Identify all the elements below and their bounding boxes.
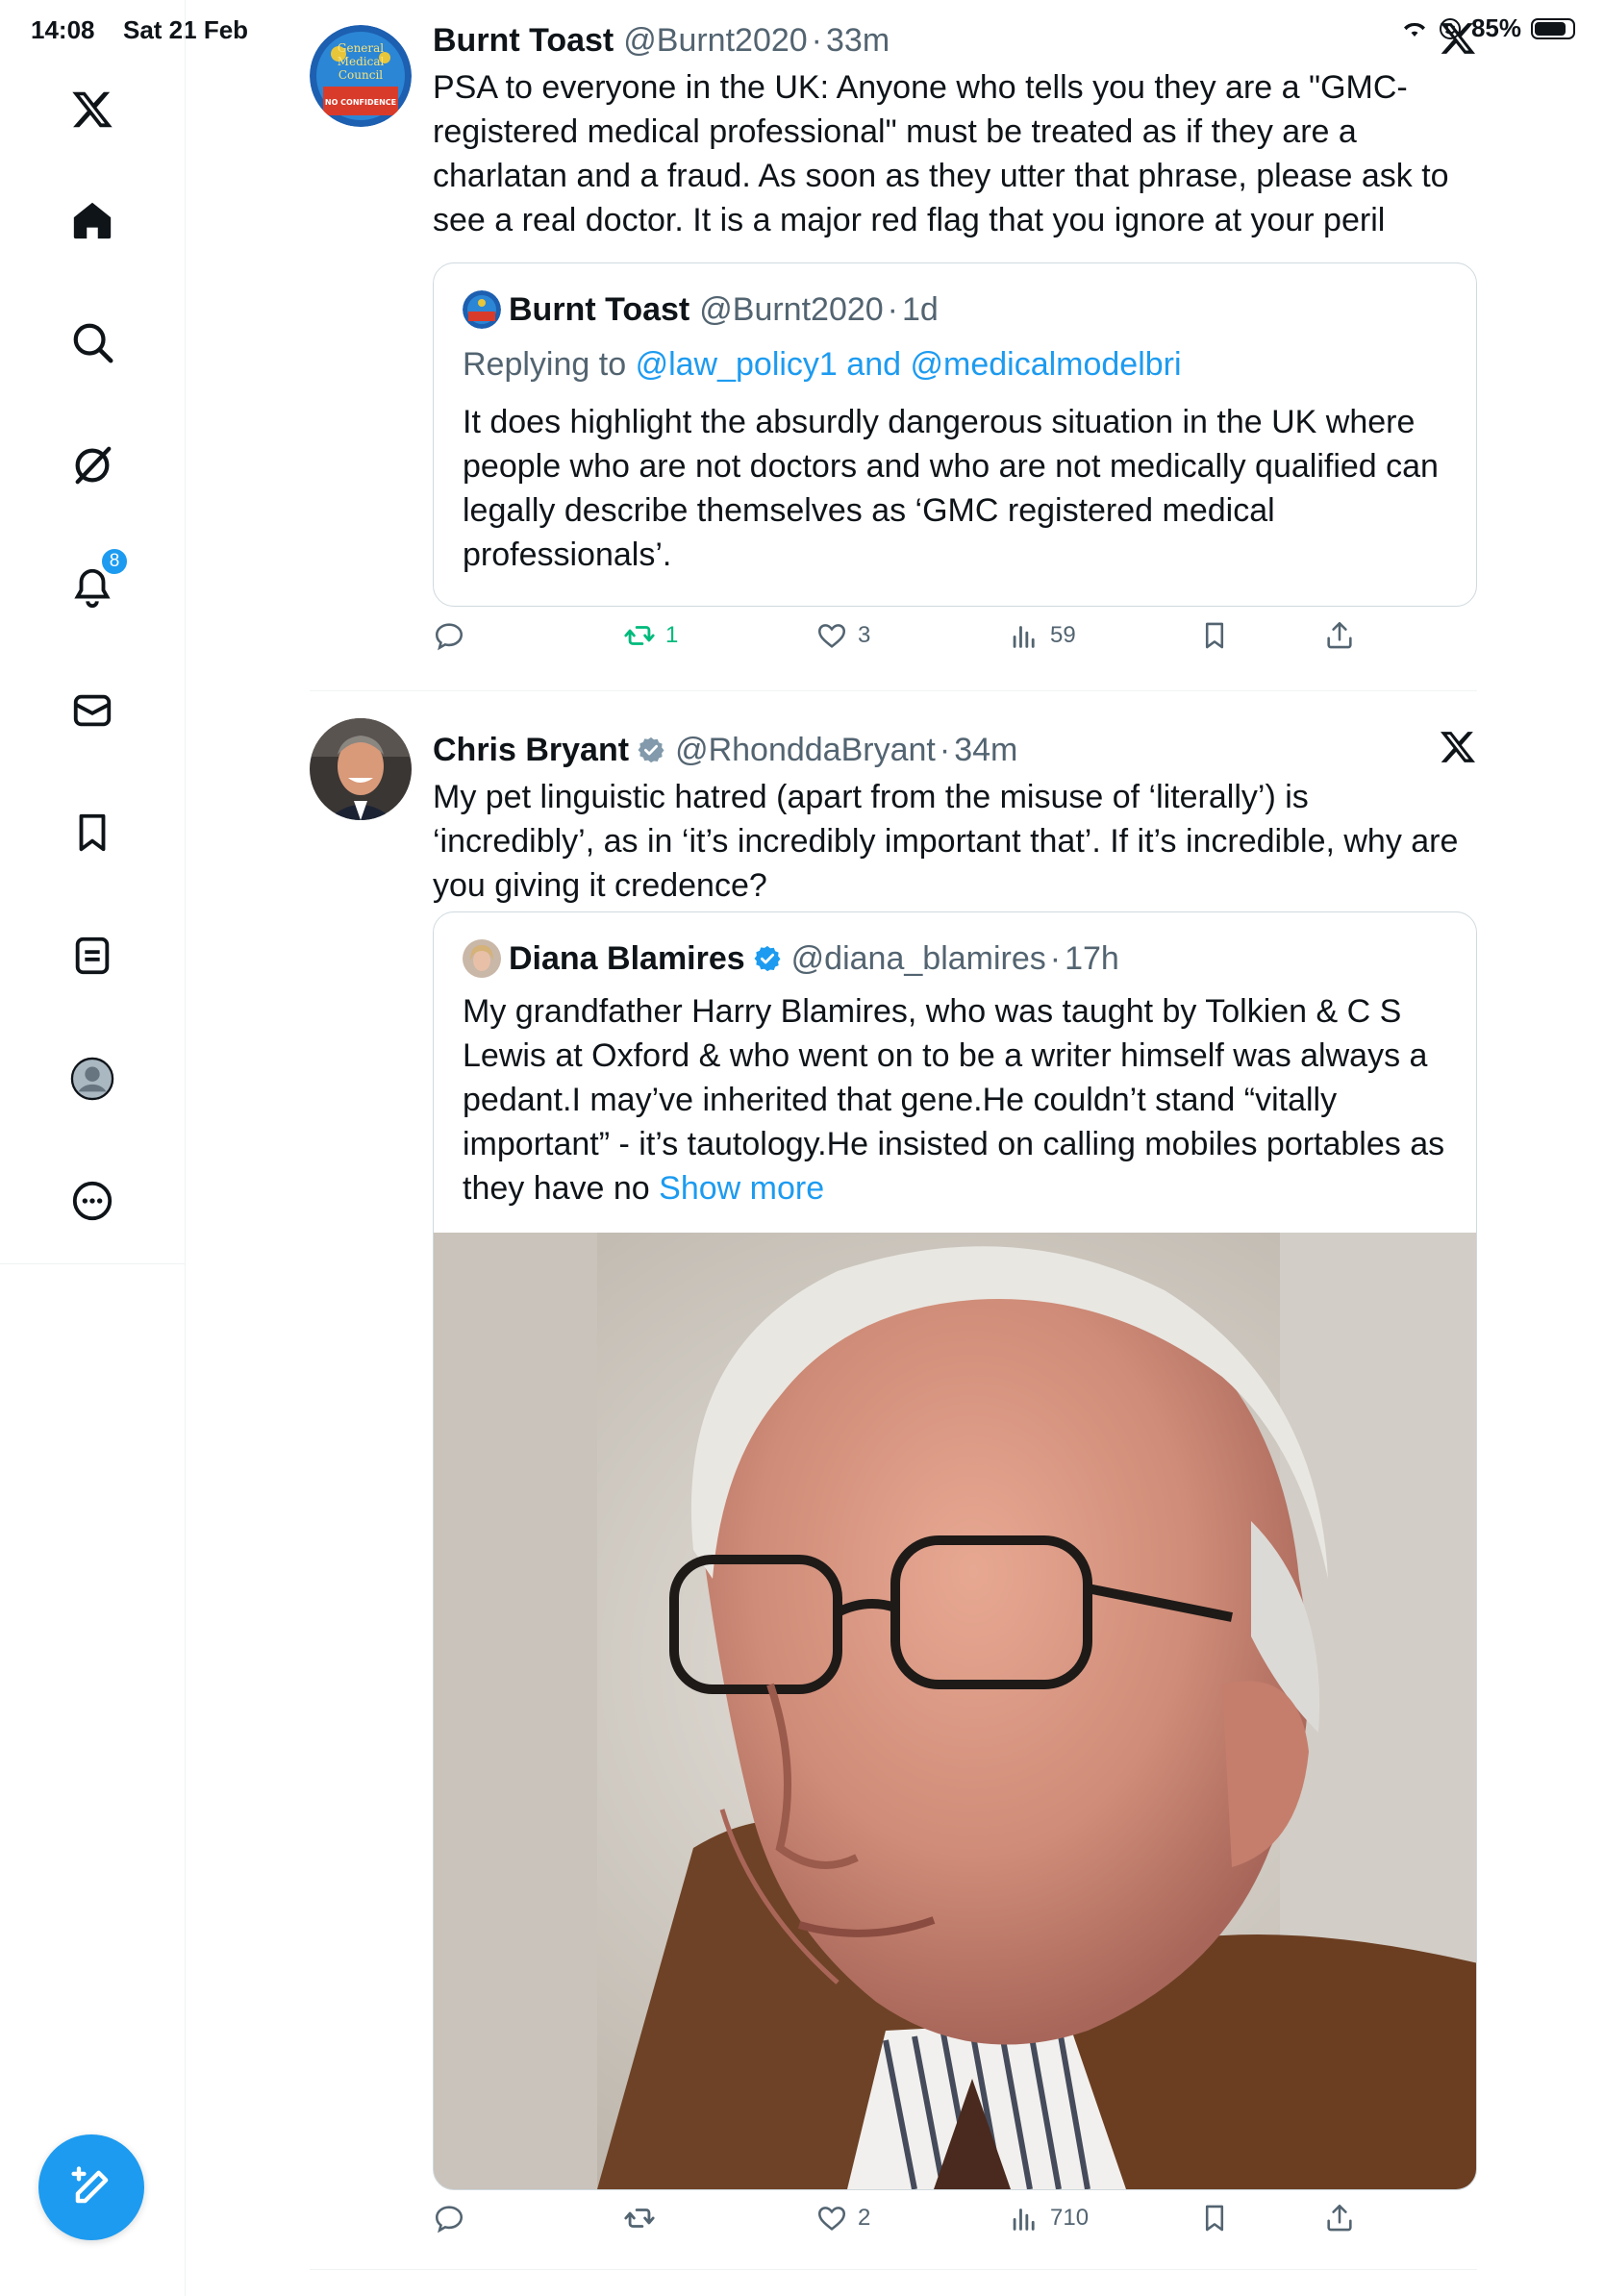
tweet[interactable]: Chris Bryant @RhonddaBryant · 34m My pet… xyxy=(310,691,1477,2268)
dismiss-icon[interactable] xyxy=(1439,728,1477,766)
quote-text-body: My grandfather Harry Blamires, who was t… xyxy=(463,993,1445,1207)
tweet-actions: 1 3 59 xyxy=(433,619,1477,667)
replying-and: and xyxy=(846,346,902,383)
tweet[interactable]: General Medical Council NO CONFIDENCE Bu… xyxy=(310,0,1477,692)
quote-header: Burnt Toast @Burnt2020 · 1d xyxy=(463,287,939,333)
bookmark-button[interactable] xyxy=(1198,619,1231,652)
like-button[interactable]: 2 xyxy=(815,2202,870,2234)
reply-button[interactable] xyxy=(433,2202,475,2234)
compose-icon xyxy=(71,2166,109,2204)
like-count: 2 xyxy=(858,2205,871,2231)
quote-header: Diana Blamires @diana_blamires · 17h xyxy=(463,936,1119,982)
retweet-icon xyxy=(624,2209,655,2228)
dismiss-icon[interactable] xyxy=(1439,19,1477,58)
like-count: 3 xyxy=(858,622,871,648)
quote-time: 17h xyxy=(1065,939,1119,977)
notifications-nav[interactable]: 8 xyxy=(60,547,129,620)
tweet-time[interactable]: 33m xyxy=(826,22,890,60)
views-count: 59 xyxy=(1050,622,1076,648)
bookmark-icon xyxy=(1205,2205,1224,2232)
list-icon[interactable] xyxy=(60,923,125,988)
battery-percent: 85% xyxy=(1470,13,1521,42)
bookmark-icon xyxy=(1205,622,1224,649)
views-count: 710 xyxy=(1050,2205,1090,2231)
sidebar-divider xyxy=(0,1263,185,1264)
retweet-button[interactable]: 1 xyxy=(623,619,678,652)
reply-icon xyxy=(435,2206,464,2234)
quote-author-handle: @Burnt2020 xyxy=(699,290,884,328)
quote-photo[interactable] xyxy=(434,1233,1476,2189)
verified-badge-icon xyxy=(754,945,781,972)
avatar-text-2: Medical xyxy=(338,55,385,68)
views-icon xyxy=(1013,2209,1035,2231)
avatar-text-3: Council xyxy=(338,68,383,82)
retweet-count: 1 xyxy=(665,622,679,648)
avatar-badge-text: NO CONFIDENCE xyxy=(325,98,396,107)
search-icon[interactable] xyxy=(60,310,125,375)
share-icon xyxy=(1327,2204,1352,2232)
reply-button[interactable] xyxy=(433,619,475,652)
bookmark-button[interactable] xyxy=(1198,2202,1231,2234)
notification-badge: 8 xyxy=(100,547,129,576)
bookmark-icon[interactable] xyxy=(60,800,125,865)
retweet-icon xyxy=(624,626,655,645)
reply-icon xyxy=(435,623,464,651)
share-button[interactable] xyxy=(1323,2202,1356,2234)
share-icon xyxy=(1327,621,1352,649)
heart-icon xyxy=(817,624,846,648)
avatar-text-1: General xyxy=(338,41,384,55)
x-logo-icon[interactable] xyxy=(60,77,125,142)
replying-user-2[interactable]: @medicalmodelbri xyxy=(910,346,1181,383)
show-more-link[interactable]: Show more xyxy=(659,1170,824,1207)
compose-button[interactable] xyxy=(38,2134,144,2240)
views-icon xyxy=(1013,626,1035,648)
share-button[interactable] xyxy=(1323,619,1356,652)
heart-icon xyxy=(817,2207,846,2231)
like-button[interactable]: 3 xyxy=(815,619,870,652)
tweet-time[interactable]: 34m xyxy=(954,732,1017,769)
mail-icon[interactable] xyxy=(60,678,125,743)
avatar[interactable]: General Medical Council NO CONFIDENCE xyxy=(310,25,412,127)
quote-avatar xyxy=(463,290,501,329)
sidebar: 8 xyxy=(0,0,186,2296)
more-icon[interactable] xyxy=(60,1168,125,1234)
quote-avatar xyxy=(463,939,501,978)
quote-text: It does highlight the absurdly dangerous… xyxy=(463,404,1439,573)
quoted-tweet[interactable]: Burnt Toast @Burnt2020 · 1d Replying to … xyxy=(433,262,1477,607)
quote-author-name: Burnt Toast xyxy=(509,290,690,328)
quote-author-handle: @diana_blamires xyxy=(790,939,1046,977)
portrait-image xyxy=(434,1233,1476,2189)
author-handle[interactable]: @Burnt2020 xyxy=(623,22,807,60)
views-button[interactable]: 710 xyxy=(1008,2202,1089,2234)
tweet-header: Burnt Toast @Burnt2020 · 33m xyxy=(433,21,890,60)
author-name[interactable]: Burnt Toast xyxy=(433,22,614,60)
tweet-actions: 2 710 xyxy=(433,2202,1477,2250)
avatar[interactable] xyxy=(310,718,412,820)
author-handle[interactable]: @RhonddaBryant xyxy=(675,732,936,769)
tweet-divider xyxy=(310,2269,1477,2270)
grok-icon[interactable] xyxy=(60,433,125,498)
quoted-tweet[interactable]: Diana Blamires @diana_blamires · 17h My … xyxy=(433,911,1477,2190)
profile-icon[interactable] xyxy=(60,1046,125,1111)
author-name[interactable]: Chris Bryant xyxy=(433,732,629,769)
quote-author-name: Diana Blamires xyxy=(509,939,745,977)
replying-to: Replying to @law_policy1 and @medicalmod… xyxy=(463,342,1182,387)
replying-prefix: Replying to xyxy=(463,346,627,383)
replying-user-1[interactable]: @law_policy1 xyxy=(636,346,838,383)
tweet-header: Chris Bryant @RhonddaBryant · 34m xyxy=(433,731,1018,769)
battery-icon xyxy=(1531,17,1575,39)
tweet-text: PSA to everyone in the UK: Anyone who te… xyxy=(433,69,1449,238)
verified-badge-icon xyxy=(638,736,664,763)
views-button[interactable]: 59 xyxy=(1008,619,1076,652)
home-icon[interactable] xyxy=(60,187,125,253)
quote-time: 1d xyxy=(902,290,939,328)
tweet-text: My pet linguistic hatred (apart from the… xyxy=(433,779,1459,904)
retweet-button[interactable] xyxy=(623,2202,665,2234)
quote-text: My grandfather Harry Blamires, who was t… xyxy=(463,989,1453,1210)
